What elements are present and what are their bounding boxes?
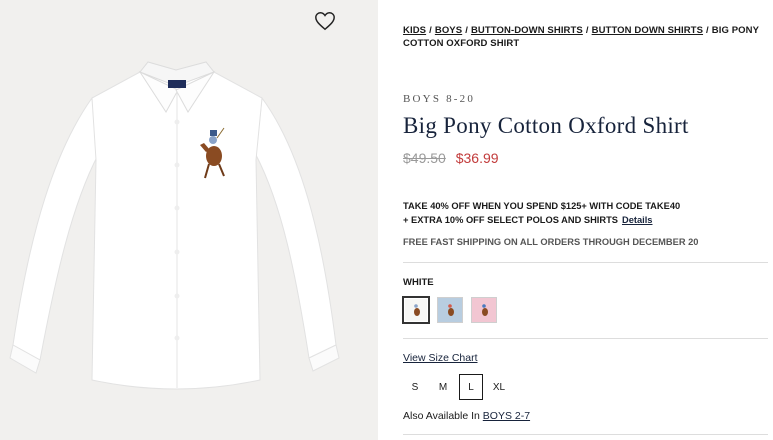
breadcrumb-separator: / — [465, 25, 468, 36]
original-price: $49.50 — [403, 150, 446, 166]
size-options: S M L XL — [403, 374, 511, 400]
promo-line-2: + EXTRA 10% OFF SELECT POLOS AND SHIRTS — [403, 215, 618, 225]
promo-line-2-row: + EXTRA 10% OFF SELECT POLOS AND SHIRTS D… — [403, 213, 768, 227]
color-swatches — [402, 296, 497, 324]
breadcrumb-separator: / — [429, 25, 432, 36]
swatch-pony-icon — [482, 304, 488, 316]
swatch-blue[interactable] — [437, 297, 463, 323]
promo-line-1: TAKE 40% OFF WHEN YOU SPEND $125+ WITH C… — [403, 201, 681, 211]
breadcrumb-link-button-down-shirts-sub[interactable]: BUTTON DOWN SHIRTS — [592, 25, 703, 36]
swatch-white[interactable] — [402, 296, 430, 324]
also-available: Also Available In BOYS 2-7 — [403, 410, 530, 422]
also-available-prefix: Also Available In — [403, 410, 480, 422]
breadcrumb: KIDS / BOYS / BUTTON-DOWN SHIRTS / BUTTON DOWN… — [403, 24, 768, 50]
divider — [403, 262, 768, 263]
promo-message: TAKE 40% OFF WHEN YOU SPEND $125+ WITH C… — [403, 199, 768, 227]
sale-price: $36.99 — [455, 150, 499, 166]
breadcrumb-link-boys[interactable]: BOYS — [435, 25, 462, 36]
price-block: $49.50 $36.99 — [403, 150, 499, 166]
product-image[interactable] — [0, 0, 378, 440]
wishlist-heart-icon[interactable] — [314, 10, 336, 32]
breadcrumb-separator: / — [706, 25, 709, 36]
product-title: Big Pony Cotton Oxford Shirt — [403, 113, 689, 138]
also-available-link[interactable]: BOYS 2-7 — [483, 410, 530, 422]
view-size-chart-link[interactable]: View Size Chart — [403, 352, 478, 364]
divider — [403, 338, 768, 339]
size-m[interactable]: M — [431, 374, 455, 400]
product-category: BOYS 8-20 — [403, 93, 476, 105]
size-xl[interactable]: XL — [487, 374, 511, 400]
divider — [403, 434, 768, 435]
size-l[interactable]: L — [459, 374, 483, 400]
product-image-panel — [0, 0, 378, 440]
breadcrumb-link-button-down-shirts[interactable]: BUTTON-DOWN SHIRTS — [471, 25, 583, 36]
breadcrumb-separator: / — [585, 25, 589, 36]
swatch-pony-icon — [448, 304, 454, 316]
selected-color-label: WHITE — [403, 277, 434, 288]
swatch-pony-icon — [414, 304, 420, 316]
swatch-pink[interactable] — [471, 297, 497, 323]
shipping-message: FREE FAST SHIPPING ON ALL ORDERS THROUGH… — [403, 237, 699, 247]
promo-details-link[interactable]: Details — [622, 215, 653, 225]
size-s[interactable]: S — [403, 374, 427, 400]
breadcrumb-link-kids[interactable]: KIDS — [403, 25, 426, 36]
